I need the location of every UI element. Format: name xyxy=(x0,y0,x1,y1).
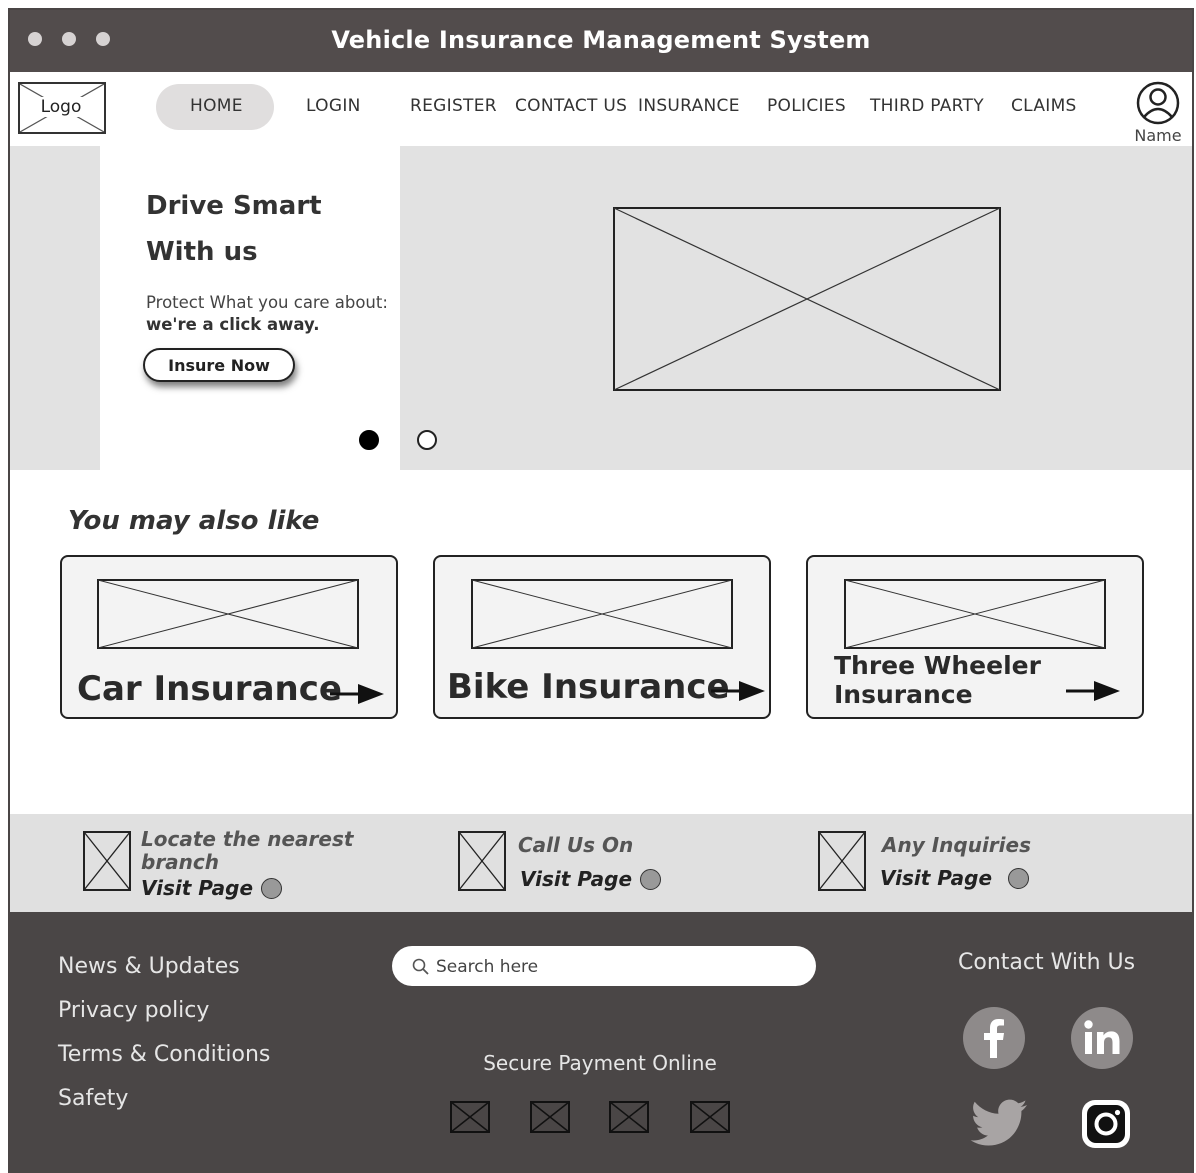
nav-claims[interactable]: CLAIMS xyxy=(1011,96,1077,116)
card-bike-insurance[interactable]: Bike Insurance xyxy=(433,555,771,719)
card-label: Car Insurance xyxy=(77,669,342,709)
hero-title-line1: Drive Smart xyxy=(146,191,322,221)
go-icon xyxy=(640,869,662,890)
card-image-placeholder xyxy=(471,579,733,649)
facebook-icon[interactable] xyxy=(962,1006,1026,1070)
nav-third-party[interactable]: THIRD PARTY xyxy=(870,96,984,116)
payment-placeholder-icon xyxy=(690,1101,730,1133)
card-label: Bike Insurance xyxy=(447,667,730,707)
nav-bar: Logo HOME LOGIN REGISTER CONTACT US INSU… xyxy=(10,72,1192,146)
go-icon xyxy=(261,878,283,899)
user-icon xyxy=(1136,81,1180,125)
section-title: You may also like xyxy=(68,506,320,536)
card-image-placeholder xyxy=(844,579,1106,649)
nav-register[interactable]: REGISTER xyxy=(410,96,497,116)
go-icon xyxy=(1008,868,1030,889)
visit-page-label: Visit Page xyxy=(880,866,993,890)
carousel-dot-1[interactable] xyxy=(359,430,379,450)
logo[interactable]: Logo xyxy=(18,82,106,134)
arrow-right-icon xyxy=(1066,681,1120,701)
arrow-right-icon xyxy=(711,681,765,701)
search-box[interactable] xyxy=(392,946,816,986)
carousel-dot-2[interactable] xyxy=(417,430,437,450)
nav-login[interactable]: LOGIN xyxy=(306,96,361,116)
card-car-insurance[interactable]: Car Insurance xyxy=(60,555,398,719)
title-bar: Vehicle Insurance Management System xyxy=(10,10,1192,72)
user-menu[interactable]: Name xyxy=(1128,80,1188,145)
hero-subtitle-line2: we're a click away. xyxy=(146,315,320,334)
payment-placeholder-icon xyxy=(450,1101,490,1133)
instagram-icon[interactable] xyxy=(1078,1096,1134,1152)
info-branch-title: Locate the nearest branch xyxy=(141,828,353,874)
search-icon xyxy=(412,958,429,975)
nav-insurance[interactable]: INSURANCE xyxy=(638,96,740,116)
app-window: Vehicle Insurance Management System Logo… xyxy=(8,8,1194,1173)
info-call-title: Call Us On xyxy=(518,833,634,857)
card-label: Three Wheeler Insurance xyxy=(834,651,1041,709)
card-image-placeholder xyxy=(97,579,359,649)
nav-contact-us[interactable]: CONTACT US xyxy=(515,96,627,116)
branch-placeholder-icon xyxy=(83,831,131,891)
hero-subtitle-line1: Protect What you care about: xyxy=(146,293,388,312)
info-call-visit-link[interactable]: Visit Page xyxy=(520,867,662,891)
secure-payment-label: Secure Payment Online xyxy=(483,1051,717,1075)
visit-page-label: Visit Page xyxy=(520,867,633,891)
info-branch-visit-link[interactable]: Visit Page xyxy=(141,876,283,900)
search-input[interactable] xyxy=(434,954,798,980)
contact-title: Contact With Us xyxy=(958,950,1136,975)
user-name: Name xyxy=(1134,126,1182,145)
info-band: Locate the nearest branch Visit Page Cal… xyxy=(10,814,1192,912)
payment-placeholder-icon xyxy=(530,1101,570,1133)
info-inquiry-visit-link[interactable]: Visit Page xyxy=(880,866,1030,890)
twitter-icon[interactable] xyxy=(970,1096,1030,1152)
nav-policies[interactable]: POLICIES xyxy=(767,96,846,116)
window-title: Vehicle Insurance Management System xyxy=(331,26,871,54)
footer: News & Updates Privacy policy Terms & Co… xyxy=(10,912,1192,1173)
phone-placeholder-icon xyxy=(458,831,506,891)
footer-link-news[interactable]: News & Updates xyxy=(58,954,240,979)
inquiry-placeholder-icon xyxy=(818,831,866,891)
info-branch-title-line1: Locate the nearest xyxy=(141,827,354,851)
hero-title-line2: With us xyxy=(146,237,258,267)
linkedin-icon[interactable] xyxy=(1070,1006,1134,1070)
footer-link-terms[interactable]: Terms & Conditions xyxy=(58,1042,270,1067)
footer-link-privacy[interactable]: Privacy policy xyxy=(58,998,209,1023)
payment-placeholder-icon xyxy=(609,1101,649,1133)
card-three-wheeler-insurance[interactable]: Three Wheeler Insurance xyxy=(806,555,1144,719)
visit-page-label: Visit Page xyxy=(141,876,254,900)
nav-home[interactable]: HOME xyxy=(190,96,243,116)
card-label-line2: Insurance xyxy=(834,680,973,709)
insure-now-button[interactable]: Insure Now xyxy=(143,348,295,382)
hero-image-placeholder xyxy=(613,207,1001,391)
arrow-right-icon xyxy=(330,684,384,704)
card-label-line1: Three Wheeler xyxy=(834,651,1041,680)
info-branch-title-line2: branch xyxy=(141,850,220,874)
info-inquiry-title: Any Inquiries xyxy=(882,833,1031,857)
logo-label: Logo xyxy=(36,97,86,117)
footer-link-safety[interactable]: Safety xyxy=(58,1086,128,1111)
hero-subtitle: Protect What you care about: we're a cli… xyxy=(146,292,388,336)
